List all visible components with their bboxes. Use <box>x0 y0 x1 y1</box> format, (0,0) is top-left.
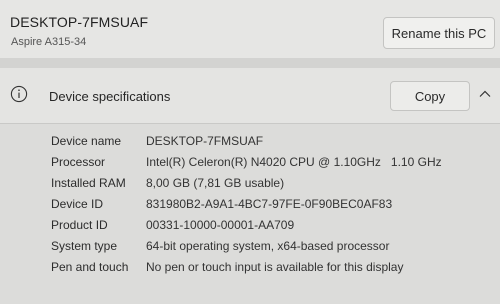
spec-value: 8,00 GB (7,81 GB usable) <box>146 176 285 190</box>
spec-label: Installed RAM <box>51 176 126 190</box>
spec-row-system-type: System type 64-bit operating system, x64… <box>0 236 500 257</box>
spec-row-pen-and-touch: Pen and touch No pen or touch input is a… <box>0 257 500 278</box>
spec-value: No pen or touch input is available for t… <box>146 260 404 274</box>
spec-label: Processor <box>51 155 106 169</box>
copy-button[interactable]: Copy <box>390 81 470 111</box>
chevron-up-icon[interactable] <box>478 89 492 99</box>
spec-label: Device ID <box>51 197 104 211</box>
device-model-label: Aspire A315-34 <box>11 36 87 48</box>
spec-value: 831980B2-A9A1-4BC7-97FE-0F90BEC0AF83 <box>146 197 393 211</box>
spec-row-product-id: Product ID 00331-10000-00001-AA709 <box>0 215 500 236</box>
info-circle-icon <box>10 85 28 103</box>
spec-label: System type <box>51 239 118 253</box>
device-specifications-panel: Device specifications Copy Device name D… <box>0 68 500 304</box>
rename-pc-button[interactable]: Rename this PC <box>383 17 495 49</box>
spec-value: Intel(R) Celeron(R) N4020 CPU @ 1.10GHz … <box>146 155 442 169</box>
spec-value: 00331-10000-00001-AA709 <box>146 218 295 232</box>
device-specifications-title: Device specifications <box>49 89 171 104</box>
spec-value: 64-bit operating system, x64-based proce… <box>146 239 390 253</box>
spec-label: Product ID <box>51 218 108 232</box>
spec-row-installed-ram: Installed RAM 8,00 GB (7,81 GB usable) <box>0 173 500 194</box>
spec-label: Pen and touch <box>51 260 129 274</box>
spec-label: Device name <box>51 134 122 148</box>
device-name-heading: DESKTOP-7FMSUAF <box>10 14 149 30</box>
device-specifications-header[interactable]: Device specifications Copy <box>0 68 500 124</box>
spec-value: DESKTOP-7FMSUAF <box>146 134 264 148</box>
device-card: DESKTOP-7FMSUAF Aspire A315-34 Rename th… <box>0 0 500 58</box>
spec-row-processor: Processor Intel(R) Celeron(R) N4020 CPU … <box>0 152 500 173</box>
spec-row-device-id: Device ID 831980B2-A9A1-4BC7-97FE-0F90BE… <box>0 194 500 215</box>
spec-row-device-name: Device name DESKTOP-7FMSUAF <box>0 131 500 152</box>
